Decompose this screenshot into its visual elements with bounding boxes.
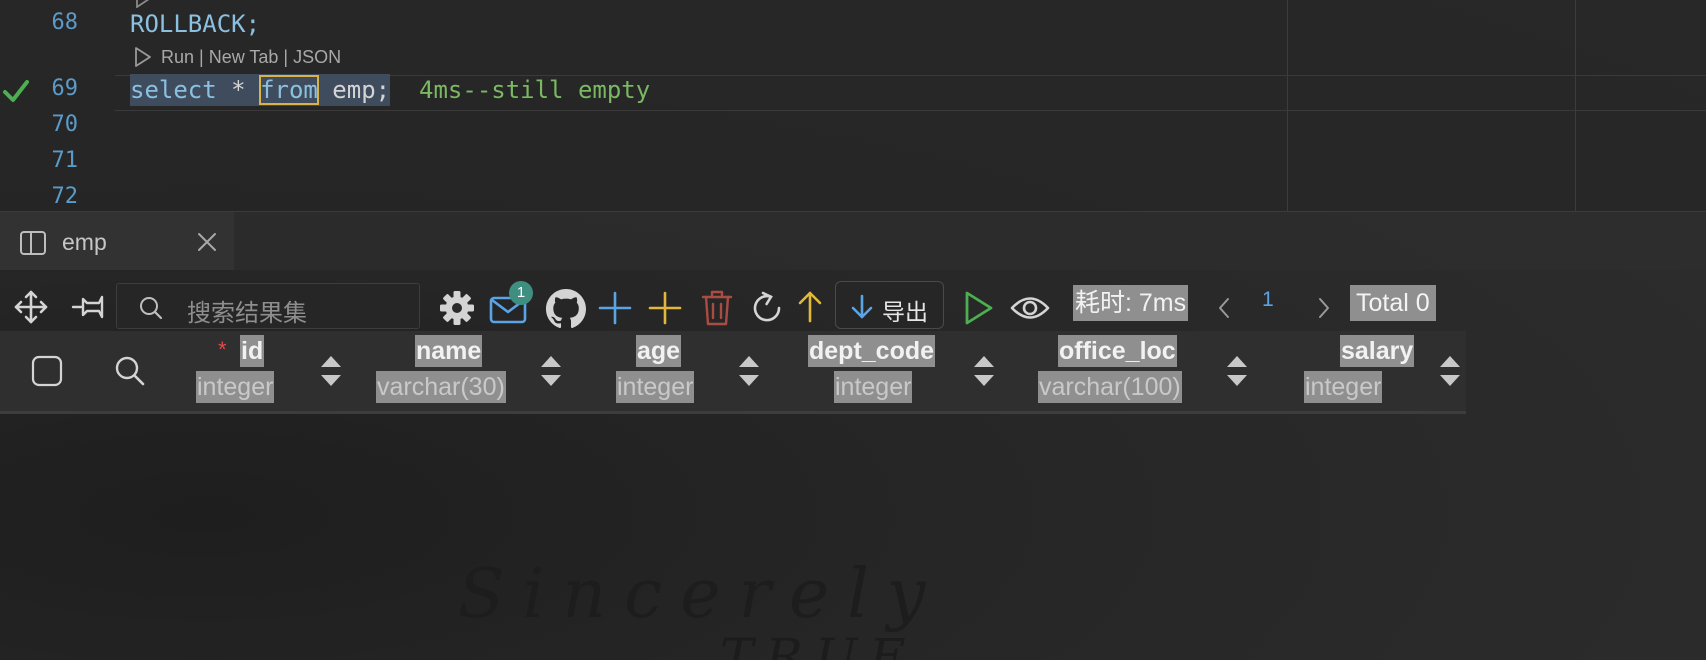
result-tab-emp[interactable]: emp bbox=[0, 212, 234, 270]
line-number: 71 bbox=[51, 148, 79, 173]
column-header-age[interactable]: age integer bbox=[590, 331, 790, 411]
chevron-left-icon[interactable] bbox=[1216, 296, 1232, 320]
sql-comment: 4ms--still empty bbox=[419, 76, 651, 104]
total-count: Total 0 bbox=[1350, 285, 1436, 321]
page-number[interactable]: 1 bbox=[1262, 288, 1274, 312]
line-number: 69 bbox=[51, 76, 79, 101]
sort-icon[interactable] bbox=[538, 353, 564, 389]
import-icon[interactable] bbox=[796, 289, 824, 325]
search-icon bbox=[140, 297, 163, 320]
export-icon bbox=[851, 294, 873, 319]
run-icon bbox=[136, 0, 150, 8]
column-name: salary bbox=[1340, 335, 1415, 367]
column-header-salary[interactable]: salary integer bbox=[1280, 331, 1466, 411]
app-window: 68 ROLLBACK; Run | New Tab | JSON 69 sel… bbox=[0, 0, 1706, 660]
column-header-name[interactable]: name varchar(30) bbox=[350, 331, 570, 411]
gear-icon[interactable] bbox=[438, 289, 476, 327]
sort-icon[interactable] bbox=[1437, 353, 1463, 389]
column-type: integer bbox=[1304, 371, 1383, 403]
sql-editor[interactable]: 68 ROLLBACK; Run | New Tab | JSON 69 sel… bbox=[0, 0, 1706, 211]
delete-icon[interactable] bbox=[701, 289, 733, 327]
pin-icon[interactable] bbox=[71, 291, 107, 323]
column-type: varchar(100) bbox=[1038, 371, 1182, 403]
eye-icon[interactable] bbox=[1010, 293, 1050, 323]
run-icon bbox=[135, 47, 151, 67]
column-name: age bbox=[636, 335, 682, 367]
column-name: dept_code bbox=[808, 335, 936, 367]
keyword-from: from bbox=[259, 75, 319, 105]
table-ref: emp; bbox=[317, 76, 391, 104]
code-text: ROLLBACK; bbox=[130, 10, 261, 38]
search-input[interactable]: 搜索结果集 bbox=[187, 293, 307, 328]
search-icon[interactable] bbox=[114, 355, 146, 387]
keyword-select: select bbox=[130, 76, 217, 104]
tab-title: emp bbox=[62, 229, 107, 255]
background-watermark: Sincerely bbox=[458, 555, 944, 634]
line-number: 70 bbox=[51, 112, 79, 137]
run-icon[interactable] bbox=[963, 289, 995, 327]
column-type: integer bbox=[616, 371, 695, 403]
column-header-dept_code[interactable]: dept_code integer bbox=[800, 331, 1020, 411]
split-view-icon[interactable] bbox=[19, 230, 47, 256]
sort-icon[interactable] bbox=[736, 353, 762, 389]
codelens-actions[interactable]: Run | New Tab | JSON bbox=[133, 46, 341, 68]
move-icon[interactable] bbox=[13, 289, 49, 325]
result-grid-header: * id integer name varchar(30) age intege… bbox=[0, 331, 1466, 414]
column-name: id bbox=[240, 335, 265, 367]
column-name: office_loc bbox=[1058, 335, 1177, 367]
refresh-icon[interactable] bbox=[749, 290, 785, 326]
insert-row-icon[interactable] bbox=[598, 291, 632, 325]
sort-icon[interactable] bbox=[1224, 353, 1250, 389]
result-toolbar: 搜索结果集 1 导出 耗时: 7ms 1 Total 0 bbox=[0, 269, 1706, 331]
column-type: integer bbox=[196, 371, 275, 403]
select-star: * bbox=[216, 76, 261, 104]
required-marker: * bbox=[218, 337, 227, 362]
chevron-right-icon[interactable] bbox=[1316, 296, 1332, 320]
line-number: 72 bbox=[51, 184, 79, 209]
column-header-id[interactable]: * id integer bbox=[160, 331, 350, 411]
export-button[interactable]: 导出 bbox=[835, 281, 944, 329]
sort-icon[interactable] bbox=[971, 353, 997, 389]
close-icon[interactable] bbox=[196, 231, 218, 253]
select-all-checkbox[interactable] bbox=[31, 355, 63, 387]
notification-badge: 1 bbox=[509, 281, 533, 305]
result-search-box[interactable]: 搜索结果集 bbox=[116, 283, 420, 329]
query-code[interactable]: select * from emp; 4ms--still empty bbox=[130, 74, 651, 106]
codelens-links[interactable]: Run | New Tab | JSON bbox=[161, 47, 341, 68]
query-timing: 耗时: 7ms bbox=[1073, 285, 1189, 321]
github-icon[interactable] bbox=[546, 289, 586, 329]
background-watermark: TRUE bbox=[720, 628, 918, 660]
add-icon[interactable] bbox=[648, 291, 682, 325]
column-type: integer bbox=[834, 371, 913, 403]
column-type: varchar(30) bbox=[376, 371, 506, 403]
result-tab-bar: emp bbox=[0, 211, 1706, 270]
export-label: 导出 bbox=[882, 299, 928, 325]
column-header-office_loc[interactable]: office_loc varchar(100) bbox=[1030, 331, 1270, 411]
line-number: 68 bbox=[51, 10, 79, 35]
column-name: name bbox=[415, 335, 483, 367]
sort-icon[interactable] bbox=[318, 353, 344, 389]
